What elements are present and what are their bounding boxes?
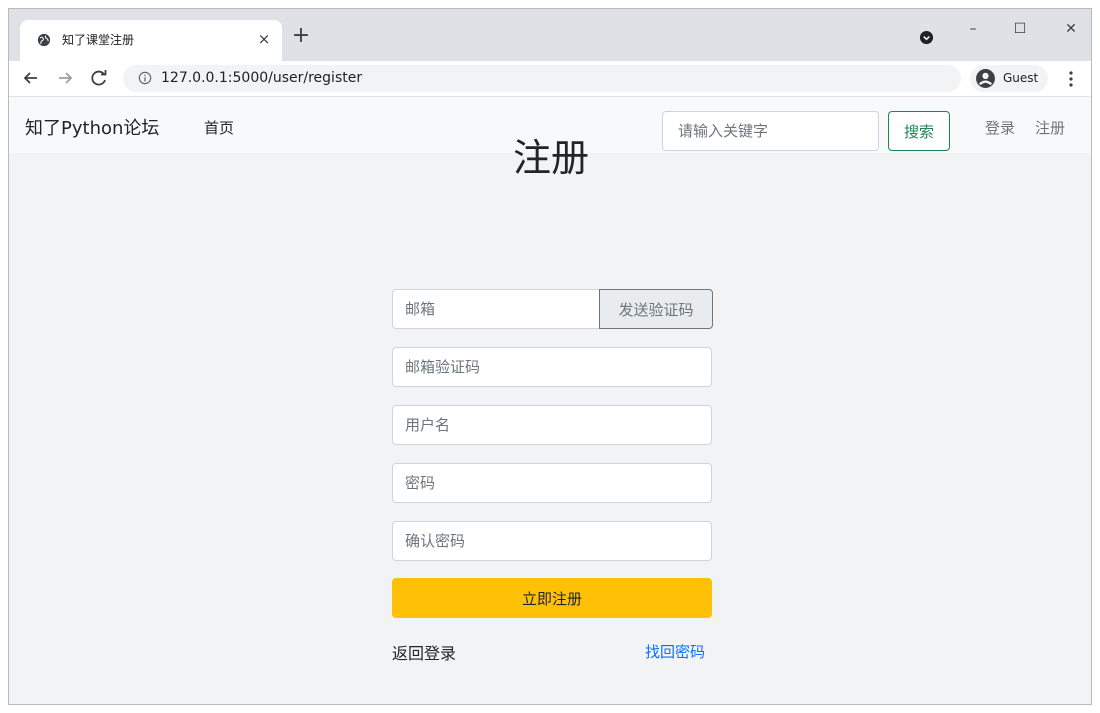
send-code-button[interactable]: 发送验证码 [599, 289, 713, 329]
browser-toolbar: 127.0.0.1:5000/user/register Guest [9, 61, 1091, 97]
close-icon[interactable]: × [255, 31, 273, 47]
address-bar[interactable]: 127.0.0.1:5000/user/register [123, 65, 961, 92]
close-window-button[interactable]: ✕ [1057, 18, 1085, 40]
tab-title: 知了课堂注册 [62, 33, 135, 47]
kebab-menu-icon[interactable] [1064, 69, 1078, 89]
maximize-button[interactable]: ☐ [1006, 18, 1034, 40]
profile-label: Guest [1003, 71, 1039, 85]
tab-register[interactable]: 知了课堂注册 × [20, 20, 282, 61]
info-icon[interactable] [138, 71, 152, 85]
email-field[interactable] [392, 289, 600, 329]
password-confirm-field[interactable] [392, 521, 712, 561]
browser-window: 知了课堂注册 × + – ☐ ✕ 127.0.0.1:5000/user/reg… [8, 8, 1092, 705]
captcha-field[interactable] [392, 347, 712, 387]
forward-arrow-icon[interactable] [53, 66, 77, 90]
register-submit-button[interactable]: 立即注册 [392, 578, 712, 618]
profile-button[interactable]: Guest [970, 65, 1048, 92]
tab-strip: 知了课堂注册 × + – ☐ ✕ [9, 9, 1091, 61]
minimize-button[interactable]: – [959, 18, 987, 40]
page-title: 注册 [512, 136, 589, 180]
plus-icon[interactable]: + [290, 25, 312, 47]
profile-icon [976, 69, 995, 88]
url-text: 127.0.0.1:5000/user/register [161, 70, 363, 86]
username-field[interactable] [392, 405, 712, 445]
back-arrow-icon[interactable] [19, 66, 43, 90]
password-field[interactable] [392, 463, 712, 503]
forgot-password-link[interactable]: 找回密码 [645, 641, 705, 662]
tab-search-icon[interactable] [919, 30, 934, 45]
globe-icon [37, 33, 51, 47]
reload-icon[interactable] [87, 66, 111, 90]
back-to-login-link[interactable]: 返回登录 [392, 640, 456, 664]
